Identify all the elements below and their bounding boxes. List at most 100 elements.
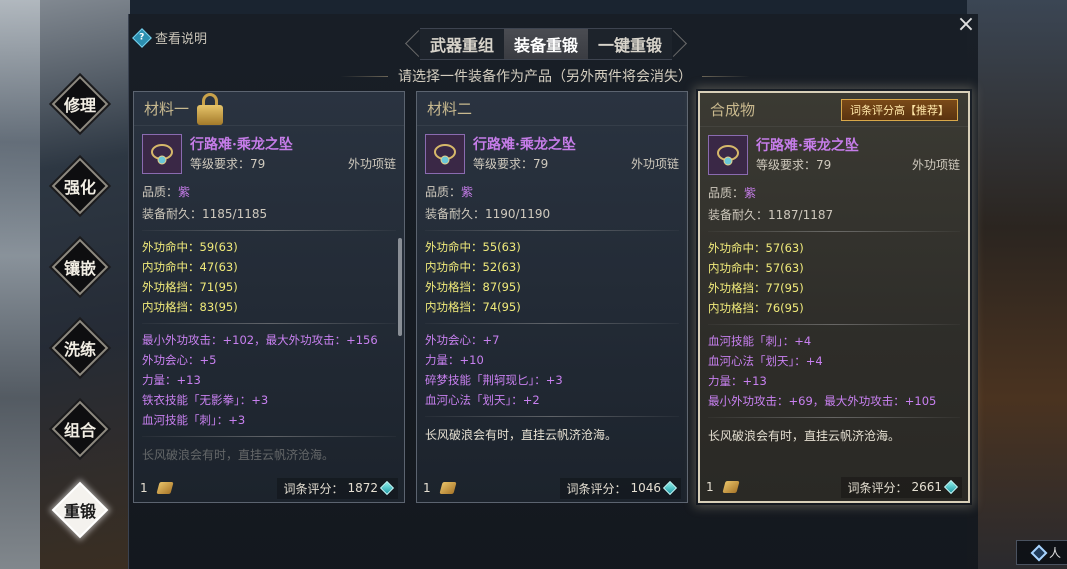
item-name: 行路难·乘龙之坠 xyxy=(473,137,576,153)
item-count: 1 xyxy=(706,480,714,494)
divider xyxy=(425,416,679,417)
score-value: 2661 xyxy=(911,480,942,494)
tab-equipment-reforge[interactable]: 装备重锻 xyxy=(504,28,589,60)
side-menu-inlay[interactable]: 镶嵌 xyxy=(51,238,109,296)
divider-line-left xyxy=(340,75,388,77)
side-menu-label: 洗练 xyxy=(63,340,96,359)
durability: 装备耐久：1185/1185 xyxy=(142,206,268,221)
tab-one-click-reforge[interactable]: 一键重锻 xyxy=(588,28,673,60)
tab-weapon-regroup[interactable]: 武器重组 xyxy=(420,28,505,60)
item-type: 外功项链 xyxy=(911,157,960,172)
quality-label: 品质： xyxy=(708,185,745,200)
tab-bar-left-cap xyxy=(406,28,420,60)
item-sub: 等级要求：79 外功项链 xyxy=(190,154,396,172)
stat-line: 外功命中：59(63) xyxy=(142,240,238,254)
side-menu-refine[interactable]: 洗练 xyxy=(51,319,109,377)
side-menu-label: 强化 xyxy=(63,178,96,197)
affix-line: 血河心法「划天」：+4 xyxy=(708,354,823,368)
flavor-text: 长风破浪会有时，直挂云帆济沧海。 xyxy=(142,447,335,462)
scroll-icon xyxy=(722,481,740,493)
diamond-icon xyxy=(1030,544,1048,561)
necklace-icon xyxy=(708,135,748,175)
score-box: 词条评分： 2661 xyxy=(841,476,962,498)
scroll-icon xyxy=(156,482,174,494)
material-card-1[interactable]: 材料一 行路难·乘龙之坠 等级要求：79 外功项链 品质：紫 装备耐久：1185… xyxy=(133,91,405,503)
help-icon: ? xyxy=(132,27,152,48)
flavor-text: 长风破浪会有时，直挂云帆济沧海。 xyxy=(425,427,618,442)
help-label: 查看说明 xyxy=(155,32,208,47)
side-menu-enhance[interactable]: 强化 xyxy=(51,157,109,215)
gem-icon xyxy=(379,480,395,496)
tab-bar: 武器重组 装备重锻 一键重锻 xyxy=(406,28,686,60)
quality-row: 品质：紫 xyxy=(417,180,687,202)
affix-line: 血河心法「划天」：+2 xyxy=(425,393,540,407)
item-info: 行路难·乘龙之坠 等级要求：79 外功项链 xyxy=(756,135,960,175)
material-card-2[interactable]: 材料二 行路难·乘龙之坠 等级要求：79 外功项链 品质：紫 装备耐久：1190… xyxy=(416,91,688,503)
divider xyxy=(425,323,679,324)
card-1-scrollbar[interactable] xyxy=(398,238,402,336)
tab-bar-right-cap xyxy=(672,28,686,60)
stat-line: 外功格挡：71(95) xyxy=(142,280,238,294)
side-menu-label: 修理 xyxy=(63,96,96,115)
divider xyxy=(708,231,960,232)
item-type: 外功项链 xyxy=(347,156,396,171)
card-header: 合成物 词条评分高【推荐】 xyxy=(700,93,968,127)
affix-line: 血河技能「刺」：+4 xyxy=(708,334,812,348)
item-info: 行路难·乘龙之坠 等级要求：79 外功项链 xyxy=(473,134,679,174)
divider xyxy=(142,230,396,231)
card-footer: 1 词条评分： 2661 xyxy=(700,473,968,501)
side-menu-repair[interactable]: 修理 xyxy=(51,75,109,133)
necklace-icon xyxy=(142,134,182,174)
side-menu-label: 重锻 xyxy=(63,502,96,521)
quality-value: 紫 xyxy=(744,185,757,200)
gem-icon xyxy=(943,479,959,495)
affix-line: 铁衣技能「无影拳」：+3 xyxy=(142,393,269,407)
card-header: 材料一 xyxy=(134,92,404,126)
side-menu-combine[interactable]: 组合 xyxy=(51,400,109,458)
stat-line: 内功命中：52(63) xyxy=(425,260,521,274)
quality-value: 紫 xyxy=(178,184,191,199)
item-row: 行路难·乘龙之坠 等级要求：79 外功项链 xyxy=(700,127,968,175)
stat-line: 内功命中：57(63) xyxy=(708,261,804,275)
card-title: 材料二 xyxy=(427,100,473,118)
level-requirement: 等级要求：79 xyxy=(190,156,266,171)
divider xyxy=(708,324,960,325)
result-card[interactable]: 合成物 词条评分高【推荐】 行路难·乘龙之坠 等级要求：79 外功项链 品质：紫… xyxy=(698,91,970,503)
level-requirement: 等级要求：79 xyxy=(473,156,549,171)
score-label: 词条评分： xyxy=(283,481,344,496)
affix-line: 最小外功攻击：+69，最大外功攻击：+105 xyxy=(708,394,937,408)
card-footer: 1 词条评分： 1872 xyxy=(134,474,404,502)
necklace-icon xyxy=(425,134,465,174)
durability: 装备耐久：1187/1187 xyxy=(708,207,834,222)
recommend-badge: 词条评分高【推荐】 xyxy=(841,98,958,121)
level-requirement: 等级要求：79 xyxy=(756,157,832,172)
card-title: 材料一 xyxy=(144,100,190,118)
stat-line: 内功命中：47(63) xyxy=(142,260,238,274)
lock-icon[interactable] xyxy=(197,92,224,125)
background-rock xyxy=(0,0,40,569)
item-name: 行路难·乘龙之坠 xyxy=(190,137,293,153)
side-menu-label: 镶嵌 xyxy=(63,259,96,278)
background-scenery-right xyxy=(967,0,1067,569)
affix-line: 外功会心：+5 xyxy=(142,353,217,367)
affix-line: 血河技能「刺」：+3 xyxy=(142,413,246,427)
item-count: 1 xyxy=(140,481,148,495)
score-label: 词条评分： xyxy=(847,480,908,495)
instruction-text: 请选择一件装备作为产品（另外两件将会消失） xyxy=(398,69,692,85)
item-row: 行路难·乘龙之坠 等级要求：79 外功项链 xyxy=(417,126,687,174)
corner-hud-button[interactable]: 人 xyxy=(1015,540,1067,565)
durability: 装备耐久：1190/1190 xyxy=(425,206,551,221)
close-button[interactable]: × xyxy=(955,14,977,36)
score-box: 词条评分： 1046 xyxy=(560,477,681,499)
scroll-icon xyxy=(439,482,457,494)
quality-row: 品质：紫 xyxy=(700,181,968,203)
affix-line: 外功会心：+7 xyxy=(425,333,500,347)
item-sub: 等级要求：79 外功项链 xyxy=(473,154,679,172)
stat-line: 内功格挡：74(95) xyxy=(425,300,521,314)
instruction-text-row: 请选择一件装备作为产品（另外两件将会消失） xyxy=(340,66,750,86)
side-menu-label: 组合 xyxy=(63,421,96,440)
score-value: 1046 xyxy=(630,481,661,495)
help-link[interactable]: ? 查看说明 xyxy=(132,27,208,48)
score-box: 词条评分： 1872 xyxy=(277,477,398,499)
side-menu-reforge[interactable]: 重锻 xyxy=(51,481,109,539)
